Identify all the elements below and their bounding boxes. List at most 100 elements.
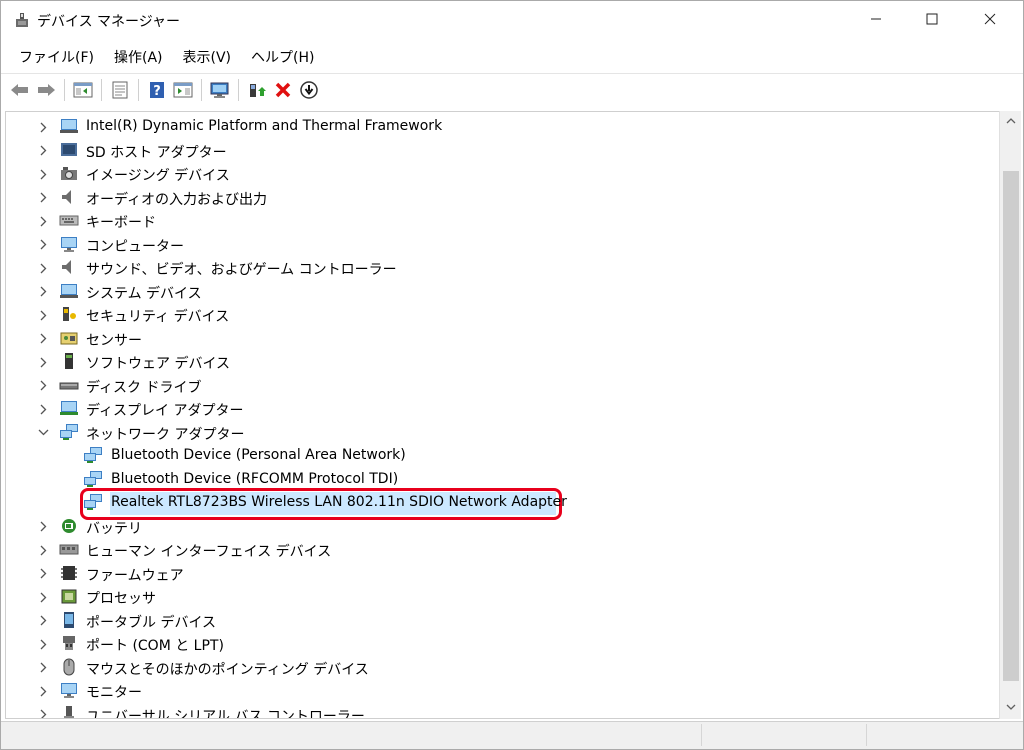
chevron-down-icon[interactable] (37, 427, 49, 439)
tree-item-label: ポータブル デバイス (86, 614, 217, 631)
vertical-scrollbar[interactable] (999, 111, 1021, 719)
tree-category-row[interactable]: ネットワーク アダプター (6, 421, 999, 444)
keyboard-icon (59, 211, 79, 229)
processor-icon (59, 587, 79, 605)
tree-category-row[interactable]: コンピューター (6, 233, 999, 256)
action-pane-icon (173, 82, 193, 97)
disable-device-icon (300, 80, 318, 99)
chevron-right-icon[interactable] (37, 709, 49, 718)
forward-button[interactable] (33, 77, 59, 103)
tree-item-label: Bluetooth Device (RFCOMM Protocol TDI) (111, 470, 399, 487)
scan-hardware-button[interactable] (207, 77, 233, 103)
update-driver-icon (250, 83, 266, 97)
monitor-icon (59, 681, 79, 699)
chevron-right-icon[interactable] (37, 356, 49, 368)
tree-category-row[interactable]: ヒューマン インターフェイス デバイス (6, 538, 999, 561)
status-bar (1, 721, 1023, 749)
chevron-right-icon[interactable] (37, 121, 49, 133)
tree-category-row[interactable]: ソフトウェア デバイス (6, 350, 999, 373)
tree-item-label: ポート (COM と LPT) (86, 638, 224, 654)
help-button[interactable]: ? (144, 77, 170, 103)
tree-category-row[interactable]: ディスク ドライブ (6, 374, 999, 397)
window-title: デバイス マネージャー (37, 14, 181, 30)
uninstall-button[interactable] (270, 77, 296, 103)
chevron-right-icon[interactable] (37, 591, 49, 603)
tree-category-row[interactable]: Intel(R) Dynamic Platform and Thermal Fr… (6, 115, 999, 138)
tree-category-row[interactable]: ユニバーサル シリアル バス コントローラー (6, 703, 999, 718)
tree-category-row[interactable]: ファームウェア (6, 562, 999, 585)
minimize-button[interactable] (853, 1, 899, 37)
chevron-right-icon[interactable] (37, 685, 49, 697)
tree-category-row[interactable]: マウスとそのほかのポインティング デバイス (6, 656, 999, 679)
scroll-up-arrow[interactable] (1000, 111, 1021, 131)
tree-category-row[interactable]: キーボード (6, 209, 999, 232)
scroll-down-arrow[interactable] (1000, 697, 1021, 717)
device-tree[interactable]: Intel(R) Dynamic Platform and Thermal Fr… (5, 111, 999, 719)
tree-item-label: キーボード (86, 215, 156, 231)
chevron-right-icon[interactable] (37, 309, 49, 321)
scrollbar-thumb[interactable] (1003, 171, 1019, 681)
firmware-icon (59, 564, 79, 582)
tree-category-row[interactable]: モニター (6, 679, 999, 702)
chevron-right-icon[interactable] (37, 215, 49, 227)
chevron-right-icon[interactable] (37, 239, 49, 251)
tree-category-row[interactable]: ディスプレイ アダプター (6, 397, 999, 420)
chevron-right-icon[interactable] (37, 544, 49, 556)
port-icon (59, 634, 79, 652)
maximize-button[interactable] (909, 1, 955, 37)
show-hide-console-tree-button[interactable] (70, 77, 96, 103)
close-button[interactable] (967, 1, 1013, 37)
properties-button[interactable] (107, 77, 133, 103)
tree-category-row[interactable]: センサー (6, 327, 999, 350)
menu-file[interactable]: ファイル(F) (9, 45, 104, 71)
tree-item-label: イメージング デバイス (86, 168, 230, 184)
tree-item-label: プロセッサ (86, 591, 156, 607)
menu-help[interactable]: ヘルプ(H) (241, 45, 324, 71)
chevron-right-icon[interactable] (37, 286, 49, 298)
tree-device-row[interactable]: Bluetooth Device (Personal Area Network) (6, 444, 999, 467)
toolbar: ? (1, 73, 1023, 105)
svg-text:?: ? (153, 84, 161, 99)
menu-action[interactable]: 操作(A) (104, 45, 173, 71)
tree-category-row[interactable]: イメージング デバイス (6, 162, 999, 185)
tree-category-row[interactable]: サウンド、ビデオ、およびゲーム コントローラー (6, 256, 999, 279)
chevron-right-icon[interactable] (37, 521, 49, 533)
chevron-right-icon[interactable] (37, 168, 49, 180)
tree-category-row[interactable]: バッテリ (6, 515, 999, 538)
tree-category-row[interactable]: オーディオの入力および出力 (6, 186, 999, 209)
software-device-icon (59, 352, 79, 370)
chevron-right-icon[interactable] (37, 403, 49, 415)
tree-item-label: オーディオの入力および出力 (86, 191, 268, 208)
tree-category-row[interactable]: ポート (COM と LPT) (6, 632, 999, 655)
chevron-right-icon[interactable] (37, 638, 49, 650)
tree-category-row[interactable]: SD ホスト アダプター (6, 139, 999, 162)
update-driver-button[interactable] (244, 77, 270, 103)
tree-device-row[interactable]: Bluetooth Device (RFCOMM Protocol TDI) (6, 468, 999, 491)
chevron-right-icon[interactable] (37, 662, 49, 674)
tree-category-row[interactable]: システム デバイス (6, 280, 999, 303)
chevron-right-icon[interactable] (37, 615, 49, 627)
tree-device-row[interactable]: Realtek RTL8723BS Wireless LAN 802.11n S… (6, 491, 999, 514)
device-manager-app-icon (16, 13, 28, 27)
network-adapter-icon (59, 423, 79, 441)
disable-device-button[interactable] (296, 77, 322, 103)
chevron-right-icon[interactable] (37, 145, 49, 157)
toolbar-separator (64, 78, 65, 101)
tree-category-row[interactable]: セキュリティ デバイス (6, 303, 999, 326)
tree-category-row[interactable]: ポータブル デバイス (6, 609, 999, 632)
network-adapter-icon (83, 493, 103, 511)
menu-view[interactable]: 表示(V) (173, 45, 242, 71)
chevron-right-icon[interactable] (37, 333, 49, 345)
back-button[interactable] (7, 77, 33, 103)
security-icon (59, 305, 79, 323)
toolbar-separator (101, 78, 102, 101)
chevron-right-icon[interactable] (37, 568, 49, 580)
chevron-right-icon[interactable] (37, 192, 49, 204)
tree-category-row[interactable]: プロセッサ (6, 585, 999, 608)
tree-item-label: システム デバイス (86, 285, 202, 302)
action-pane-button[interactable] (170, 77, 196, 103)
portable-device-icon (59, 611, 79, 629)
chevron-right-icon[interactable] (37, 380, 49, 392)
chevron-right-icon[interactable] (37, 262, 49, 274)
toolbar-separator (138, 78, 139, 101)
